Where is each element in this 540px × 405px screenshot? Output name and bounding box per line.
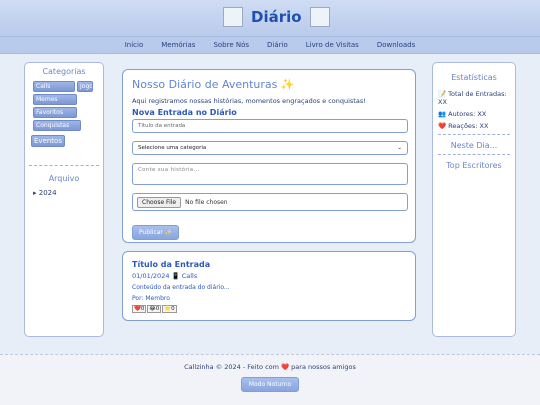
archive-year-2024[interactable]: ▸ 2024 bbox=[29, 189, 99, 197]
file-status-label: No file chosen bbox=[185, 198, 228, 206]
broken-image-icon bbox=[223, 7, 243, 27]
categories-title: Categorias bbox=[42, 67, 86, 76]
site-footer: Callzinha © 2024 - Feito com ❤️ para nos… bbox=[0, 354, 540, 405]
divider bbox=[29, 165, 99, 166]
category-favoritos[interactable]: Favoritos bbox=[33, 107, 77, 118]
category-conquistas[interactable]: Conquistas bbox=[33, 120, 81, 131]
night-mode-button[interactable]: Modo Noturno bbox=[240, 377, 300, 392]
new-entry-heading: Nova Entrada no Diário bbox=[132, 108, 237, 117]
left-sidebar: Categorias Calls Jogos Memes Favoritos C… bbox=[24, 62, 104, 337]
stat-total-entries: 📝 Total de Entradas: XX bbox=[438, 90, 507, 106]
file-input: Choose File No file chosen bbox=[132, 193, 408, 211]
entry-content: Conteúdo da entrada do diário... bbox=[132, 284, 230, 291]
diary-entry-card: Título da Entrada 01/01/2024 📱 Calls Con… bbox=[122, 251, 416, 321]
publish-button[interactable]: Publicar ✨ bbox=[132, 225, 180, 240]
story-textarea[interactable]: Conte sua história... bbox=[132, 163, 408, 185]
today-title: Neste Dia... bbox=[450, 141, 498, 150]
category-memes[interactable]: Memes bbox=[33, 94, 77, 105]
right-sidebar: Estatísticas 📝 Total de Entradas: XX 👥 A… bbox=[432, 62, 516, 337]
site-header: Diário bbox=[0, 0, 540, 36]
category-calls[interactable]: Calls bbox=[33, 81, 75, 92]
nav-diario[interactable]: Diário bbox=[258, 41, 297, 49]
star-reaction-button[interactable]: ⭐0 bbox=[162, 305, 177, 313]
stats-title: Estatísticas bbox=[451, 73, 497, 82]
reaction-buttons: ❤️0 😂0 ⭐0 bbox=[132, 305, 406, 313]
page-title: Nosso Diário de Aventuras ✨ bbox=[132, 78, 295, 91]
nav-memorias[interactable]: Memórias bbox=[152, 41, 204, 49]
divider bbox=[438, 134, 510, 135]
entry-author: Por: Membro bbox=[132, 295, 170, 302]
new-entry-card: Nosso Diário de Aventuras ✨ Aqui registr… bbox=[122, 69, 416, 243]
top-writers-title: Top Escritores bbox=[446, 161, 502, 170]
page-subtitle: Aqui registramos nossas histórias, momen… bbox=[132, 97, 366, 105]
category-select[interactable]: Selecione uma categoria ⌄ bbox=[132, 141, 408, 155]
stat-authors: 👥 Autores: XX bbox=[438, 110, 487, 118]
divider bbox=[438, 154, 510, 155]
category-select-value: Selecione uma categoria bbox=[138, 145, 207, 151]
choose-file-button[interactable]: Choose File bbox=[137, 196, 182, 208]
nav-sobre-nos[interactable]: Sobre Nós bbox=[204, 41, 258, 49]
nav-livro-de-visitas[interactable]: Livro de Visitas bbox=[297, 41, 368, 49]
chevron-down-icon: ⌄ bbox=[397, 145, 402, 151]
laugh-reaction-button[interactable]: 😂0 bbox=[147, 305, 162, 313]
site-title: Diário bbox=[251, 8, 302, 26]
archive-title: Arquivo bbox=[48, 174, 80, 183]
broken-image-icon bbox=[309, 7, 330, 27]
nav-downloads[interactable]: Downloads bbox=[368, 41, 424, 49]
category-eventos[interactable]: Eventos bbox=[31, 135, 65, 147]
entry-title: Título da Entrada bbox=[132, 260, 211, 269]
category-jogos[interactable]: Jogos bbox=[77, 81, 93, 92]
stat-reactions: ❤️ Reações: XX bbox=[438, 122, 489, 130]
nav-inicio[interactable]: Início bbox=[116, 41, 153, 49]
entry-title-input[interactable]: Título da entrada bbox=[132, 119, 408, 133]
categories-list: Calls Jogos Memes Favoritos Conquistas E… bbox=[29, 79, 99, 161]
entry-meta: 01/01/2024 📱 Calls bbox=[132, 272, 198, 280]
heart-reaction-button[interactable]: ❤️0 bbox=[132, 305, 147, 313]
main-nav: Início Memórias Sobre Nós Diário Livro d… bbox=[0, 36, 540, 54]
footer-text: Callzinha © 2024 - Feito com ❤️ para nos… bbox=[184, 363, 356, 371]
